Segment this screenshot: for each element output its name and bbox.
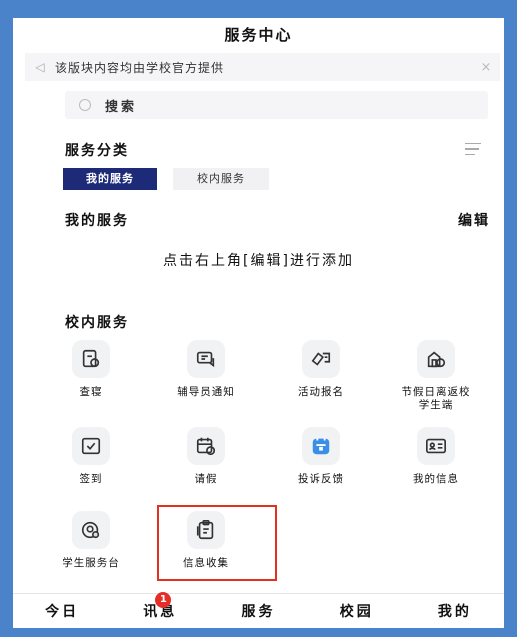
bottom-nav: 今日 讯息 1 服务 校园 我的: [13, 592, 504, 628]
feedback-icon: [302, 427, 340, 465]
service-dorm-check[interactable]: 查寝: [41, 340, 141, 399]
checkin-icon: [72, 427, 110, 465]
empty-hint: 点击右上角[编辑]进行添加: [163, 253, 354, 269]
highlight-box: [157, 505, 277, 581]
nav-services[interactable]: 服务: [209, 594, 307, 628]
campus-services-title: 校内服务: [65, 315, 129, 331]
notice-text: 该版块内容均由学校官方提供: [55, 60, 225, 75]
service-student-desk[interactable]: 学生服务台: [41, 511, 141, 570]
nav-me[interactable]: 我的: [406, 594, 504, 628]
notice-bar: ◁ 该版块内容均由学校官方提供 ×: [25, 53, 500, 81]
service-feedback[interactable]: 投诉反馈: [271, 427, 371, 486]
notice-icon: [187, 340, 225, 378]
leave-icon: [187, 427, 225, 465]
nav-today[interactable]: 今日: [13, 594, 111, 628]
menu-icon[interactable]: [465, 143, 481, 159]
tab-campus-services[interactable]: 校内服务: [173, 168, 269, 190]
page-title: 服务中心: [224, 26, 293, 44]
service-desk-icon: [72, 511, 110, 549]
service-counselor-notice[interactable]: 辅导员通知: [156, 340, 256, 399]
nav-messages[interactable]: 讯息 1: [111, 592, 209, 628]
category-title: 服务分类: [65, 143, 129, 159]
search-input[interactable]: 搜索: [65, 91, 488, 119]
dorm-check-icon: [72, 340, 110, 378]
service-holiday-return[interactable]: 节假日离返校学生端: [386, 340, 486, 412]
service-leave[interactable]: 请假: [156, 427, 256, 486]
nav-campus[interactable]: 校园: [308, 594, 406, 628]
edit-button[interactable]: 编辑: [458, 210, 490, 230]
my-services-title: 我的服务: [65, 213, 129, 229]
service-my-info[interactable]: 我的信息: [386, 427, 486, 486]
profile-icon: [417, 427, 455, 465]
speaker-icon: ◁: [35, 60, 45, 74]
holiday-icon: [417, 340, 455, 378]
activity-icon: [302, 340, 340, 378]
service-checkin[interactable]: 签到: [41, 427, 141, 486]
search-placeholder: 搜索: [105, 99, 138, 115]
tab-my-services[interactable]: 我的服务: [63, 168, 157, 190]
search-icon: [65, 99, 105, 111]
close-icon[interactable]: ×: [472, 60, 500, 75]
service-center-screen: 服务中心 ◁ 该版块内容均由学校官方提供 × 搜索 服务分类 我的服务 校内服务…: [13, 18, 504, 628]
service-activity-signup[interactable]: 活动报名: [271, 340, 371, 399]
